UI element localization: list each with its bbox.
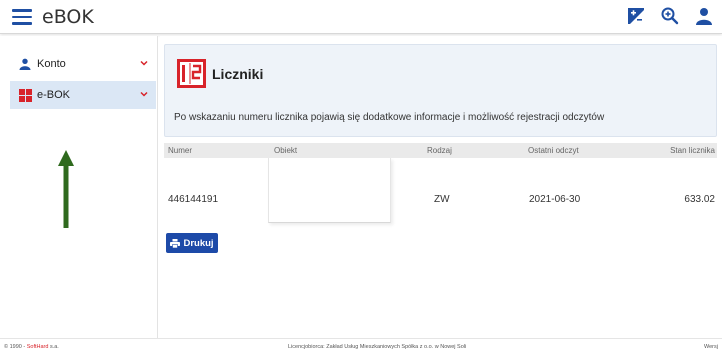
licensee-text: Licencjobiorca: Zakład Usług Mieszkaniow…	[288, 344, 467, 350]
user-icon	[18, 57, 32, 71]
print-button-label: Drukuj	[183, 237, 214, 249]
meters-table: Numer Obiekt Rodzaj Ostatni odczyt Stan …	[164, 143, 717, 223]
hamburger-menu-icon[interactable]	[12, 9, 32, 25]
copyright: © 1990 - SoftHard s.a.	[4, 344, 59, 350]
column-header-obiekt: Obiekt	[274, 146, 298, 155]
meters-info-card: Liczniki Po wskazaniu numeru licznika po…	[164, 44, 717, 137]
card-description: Po wskazaniu numeru licznika pojawią się…	[174, 112, 605, 123]
sidebar-item-ebok[interactable]: e-BOK	[10, 81, 156, 109]
footer: © 1990 - SoftHard s.a. Licencjobiorca: Z…	[0, 338, 722, 354]
softhard-link[interactable]: SoftHard	[27, 344, 49, 350]
table-row[interactable]: 446144191 ZW 2021-06-30 633.02	[164, 158, 717, 222]
chevron-down-icon	[140, 60, 148, 66]
version-text: Wersj	[704, 344, 718, 350]
chevron-down-icon	[140, 91, 148, 97]
print-button[interactable]: Drukuj	[166, 233, 218, 253]
column-header-numer: Numer	[168, 146, 193, 155]
annotation-arrow-up-icon	[58, 150, 74, 228]
sidebar-item-konto[interactable]: Konto	[10, 50, 156, 78]
column-header-stan-licznika: Stan licznika	[670, 146, 715, 155]
app-title: eBOK	[42, 6, 94, 28]
cell-numer[interactable]: 446144191	[168, 194, 218, 205]
top-bar: eBOK	[0, 0, 722, 34]
column-header-rodzaj: Rodzaj	[427, 146, 452, 155]
main-content: Liczniki Po wskazaniu numeru licznika po…	[160, 36, 722, 338]
table-header: Numer Obiekt Rodzaj Ostatni odczyt Stan …	[164, 143, 717, 158]
top-icons	[624, 4, 716, 28]
sidebar-item-label: e-BOK	[37, 89, 71, 101]
meters-logo-icon	[177, 59, 206, 88]
ebok-grid-icon	[18, 88, 32, 102]
cell-rodzaj: ZW	[434, 194, 450, 205]
cell-ostatni-odczyt: 2021-06-30	[529, 194, 581, 205]
page-title: Liczniki	[212, 66, 264, 82]
sidebar: Konto e-BOK	[0, 36, 158, 338]
printer-icon	[170, 238, 181, 248]
zoom-in-icon[interactable]	[658, 4, 682, 28]
user-account-icon[interactable]	[692, 4, 716, 28]
contrast-toggle-icon[interactable]	[624, 4, 648, 28]
column-header-ostatni-odczyt: Ostatni odczyt	[528, 146, 579, 155]
cell-stan-licznika: 633.02	[684, 194, 715, 205]
sidebar-item-label: Konto	[37, 58, 66, 70]
